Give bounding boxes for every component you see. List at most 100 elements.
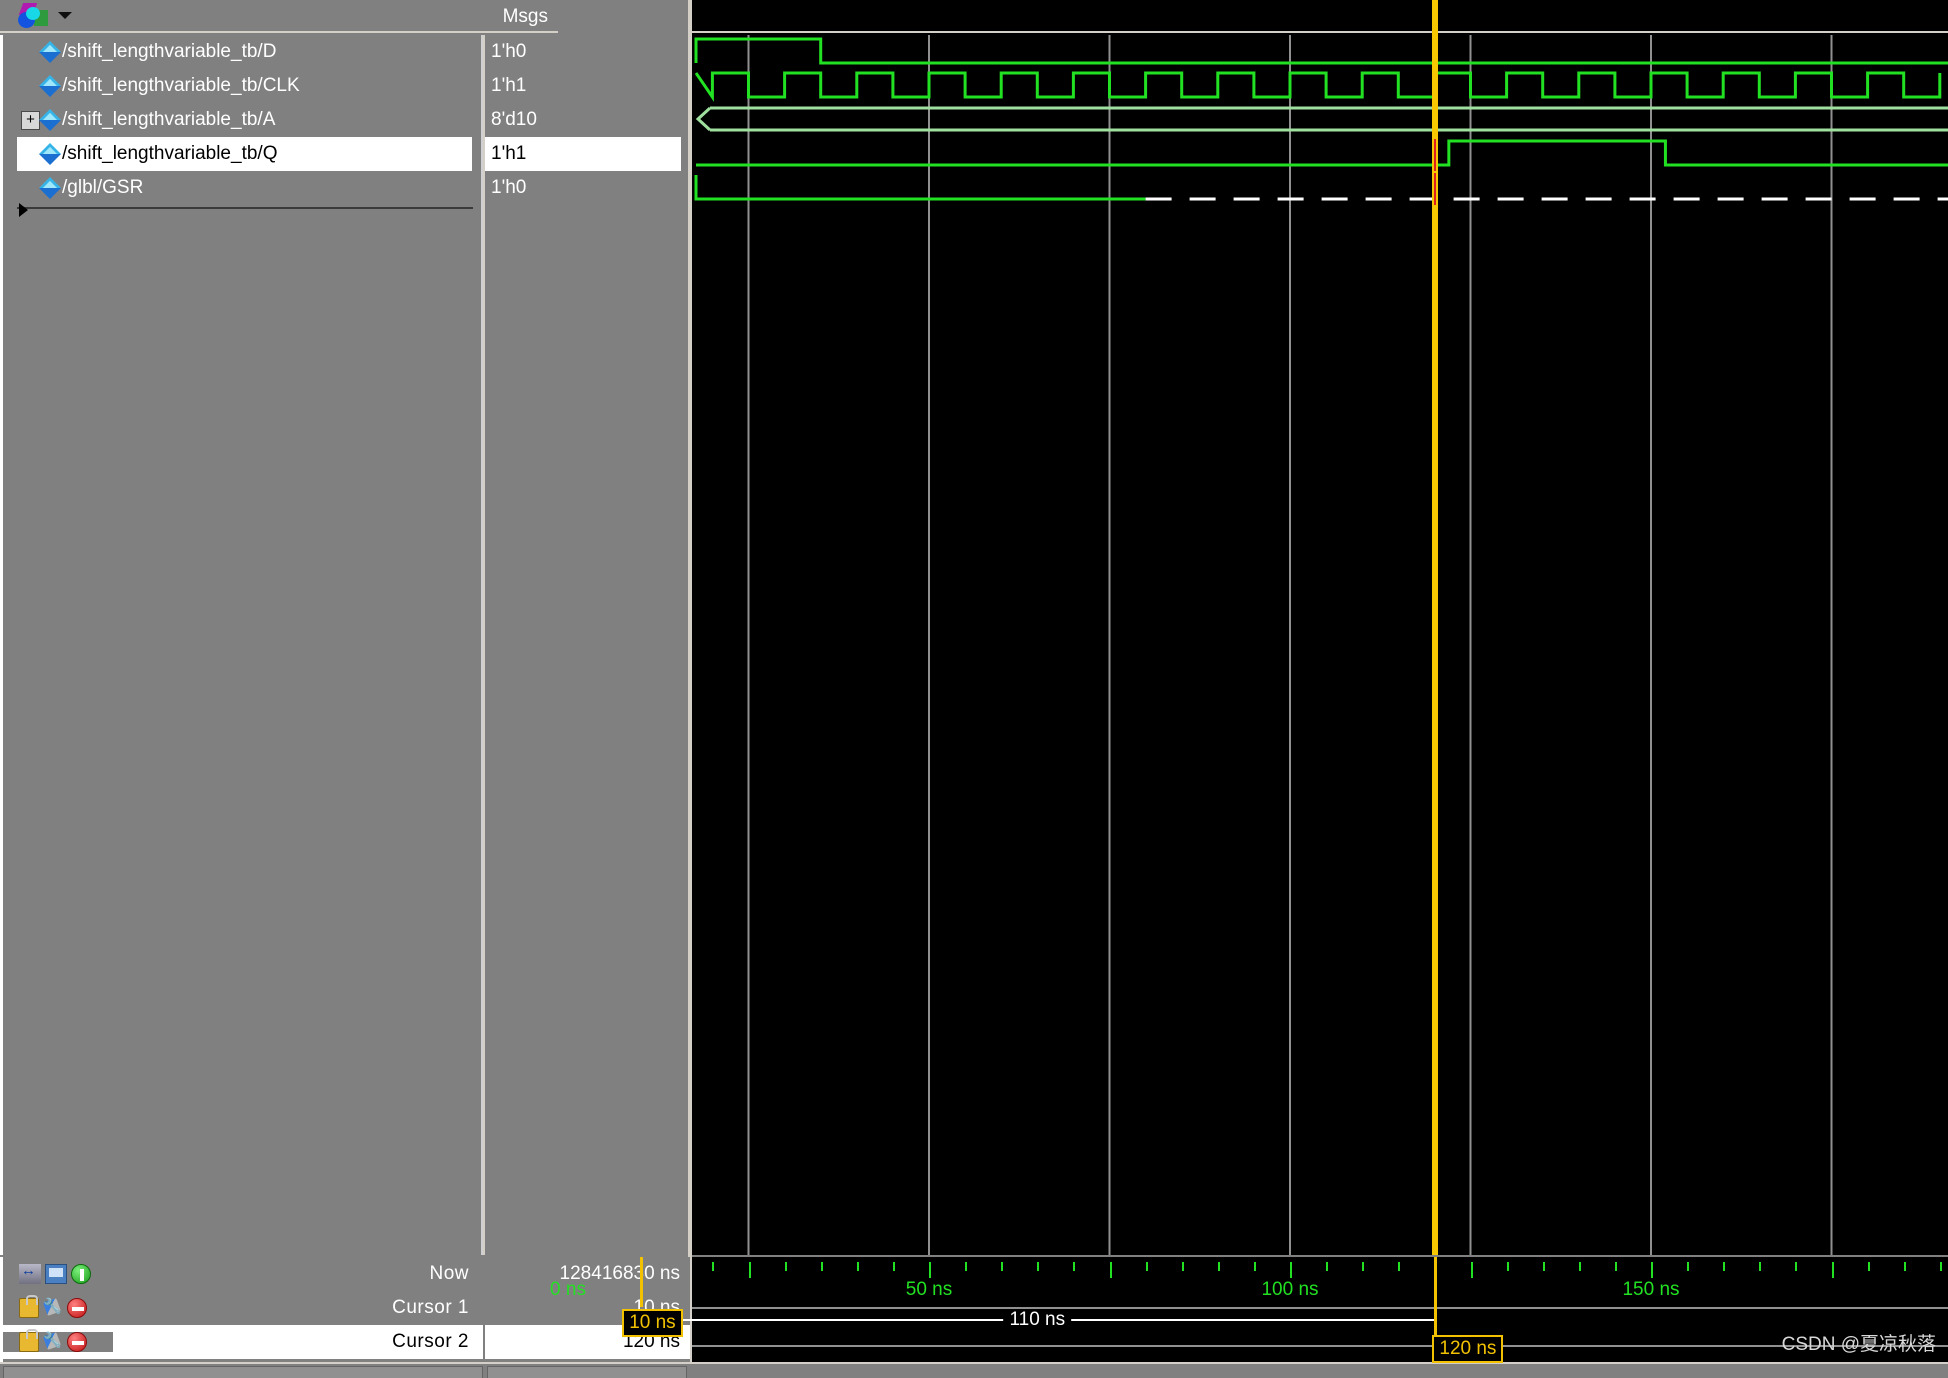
ruler-separator: [692, 1345, 1948, 1347]
cursor-control-row[interactable]: Cursor 2: [3, 1325, 483, 1359]
horizontal-scrollbar-values[interactable]: [487, 1366, 687, 1378]
signal-name-label: /shift_lengthvariable_tb/D: [62, 41, 276, 63]
add-cursor-icon[interactable]: [71, 1264, 91, 1284]
signal-name-label: /glbl/GSR: [62, 177, 143, 199]
watermark-text: CSDN @夏凉秋落: [1782, 1329, 1936, 1356]
ruler-minor-tick: [857, 1262, 859, 1271]
signal-value-cell: 1'h0: [485, 171, 650, 205]
signal-name-label: /shift_lengthvariable_tb/Q: [62, 143, 277, 165]
cursor-transition-marker: [1434, 173, 1436, 205]
signal-name-list: /shift_lengthvariable_tb/D/shift_lengthv…: [17, 35, 472, 205]
ruler-minor-tick: [1254, 1262, 1256, 1271]
ruler-minor-tick: [1037, 1262, 1039, 1271]
waveform-traces: [692, 35, 1948, 1255]
cursor-control-row[interactable]: Now: [3, 1257, 483, 1291]
ruler-minor-tick: [1362, 1262, 1364, 1271]
ruler-minor-tick: [1795, 1262, 1797, 1271]
ruler-time-label: 150 ns: [1622, 1279, 1679, 1301]
ruler-major-tick: [1651, 1262, 1653, 1278]
ruler-minor-tick: [1615, 1262, 1617, 1271]
ruler-minor-tick: [1326, 1262, 1328, 1271]
signal-value-cell: 1'h0: [485, 35, 650, 69]
delete-cursor-icon[interactable]: [67, 1332, 87, 1352]
chevron-down-icon[interactable]: [58, 12, 72, 19]
cursor-row-icons: [3, 1264, 113, 1284]
signal-name-label: /shift_lengthvariable_tb/CLK: [62, 75, 300, 97]
ruler-major-tick: [1290, 1262, 1292, 1278]
cursor-row-label: Now: [113, 1263, 483, 1285]
signal-value-list: 1'h01'h18'd101'h11'h0: [485, 35, 650, 205]
ruler-major-tick: [749, 1262, 751, 1278]
ruler-minor-tick: [785, 1262, 787, 1271]
ruler-minor-tick: [1218, 1262, 1220, 1271]
signal-value-cell: 1'h1: [485, 69, 650, 103]
ruler-minor-tick: [1759, 1262, 1761, 1271]
ruler-minor-tick: [1182, 1262, 1184, 1271]
ruler-cursor-1[interactable]: [640, 1257, 643, 1307]
measure-icon[interactable]: [19, 1264, 41, 1284]
ruler-minor-tick: [1507, 1262, 1509, 1271]
cursor-row-icons: [3, 1298, 113, 1318]
cursor-row-label: Cursor 2: [113, 1331, 483, 1353]
ruler-minor-tick: [1146, 1262, 1148, 1271]
wrench-icon[interactable]: [43, 1298, 63, 1318]
cursor-1-time-box[interactable]: 10 ns: [622, 1309, 682, 1337]
ruler-minor-tick: [1940, 1262, 1942, 1271]
timeline-ruler[interactable]: CSDN @夏凉秋落 0 ns50 ns100 ns150 ns200 ns25…: [692, 1257, 1948, 1362]
wrench-icon[interactable]: [43, 1332, 63, 1352]
signal-row[interactable]: /shift_lengthvariable_tb/D: [17, 35, 472, 69]
signal-row[interactable]: /shift_lengthvariable_tb/Q: [17, 137, 472, 171]
ruler-major-tick: [929, 1262, 931, 1278]
ruler-minor-tick: [1687, 1262, 1689, 1271]
ruler-minor-tick: [965, 1262, 967, 1271]
ruler-minor-tick: [1398, 1262, 1400, 1271]
signal-row[interactable]: /glbl/GSR: [17, 171, 472, 205]
waveform-canvas[interactable]: 10: [692, 0, 1948, 1255]
cursor-time-value: 128416830 ns: [485, 1257, 690, 1291]
pane-divider-1[interactable]: [483, 35, 485, 1255]
ruler-minor-tick: [1868, 1262, 1870, 1271]
waveform-body[interactable]: 10: [692, 35, 1948, 1255]
expand-marker-icon: [19, 203, 28, 217]
ruler-minor-tick: [893, 1262, 895, 1271]
msgs-column-header: Msgs: [483, 0, 556, 33]
cursor-controls-pane: Now Cursor 1 Cursor 2: [0, 1257, 483, 1362]
horizontal-scrollbar-left[interactable]: [3, 1366, 483, 1378]
lock-icon[interactable]: [19, 1332, 39, 1352]
ruler-minor-tick: [821, 1262, 823, 1271]
ruler-time-label: 0 ns: [550, 1279, 586, 1301]
signal-value-pane: 1'h01'h18'd101'h11'h0: [485, 35, 650, 1255]
ruler-minor-tick: [1073, 1262, 1075, 1271]
window-footer: [0, 1362, 1948, 1378]
cursor-2-time-box[interactable]: 120 ns: [1432, 1335, 1503, 1363]
lock-icon[interactable]: [19, 1298, 39, 1318]
ruler-minor-tick: [1543, 1262, 1545, 1271]
ruler-major-tick: [1471, 1262, 1473, 1278]
ruler-minor-tick: [1723, 1262, 1725, 1271]
ruler-minor-tick: [1904, 1262, 1906, 1271]
ruler-time-label: 100 ns: [1261, 1279, 1318, 1301]
signal-value-cell: 1'h1: [485, 137, 681, 171]
signal-row[interactable]: /shift_lengthvariable_tb/CLK: [17, 69, 472, 103]
ruler-time-label: 50 ns: [906, 1279, 952, 1301]
signal-name-pane: /shift_lengthvariable_tb/D/shift_lengthv…: [0, 35, 483, 1255]
ruler-separator: [692, 1307, 1948, 1309]
signal-value-cell: 8'd10: [485, 103, 650, 137]
cursor-transition-marker: [1434, 139, 1436, 171]
expand-toggle-icon[interactable]: +: [21, 111, 40, 130]
color-palette-icon[interactable]: [16, 3, 50, 29]
waveform-top-strip: [692, 0, 1948, 33]
signal-row[interactable]: + /shift_lengthvariable_tb/A: [17, 103, 472, 137]
ruler-major-tick: [1110, 1262, 1112, 1278]
name-pane-divider: [17, 207, 473, 209]
ruler-minor-tick: [1001, 1262, 1003, 1271]
cursor-delta-label: 110 ns: [1003, 1309, 1071, 1331]
cursor-row-icons: [3, 1332, 113, 1352]
cursor-control-row[interactable]: Cursor 1: [3, 1291, 483, 1325]
ruler-minor-tick: [712, 1262, 714, 1271]
delete-cursor-icon[interactable]: [67, 1298, 87, 1318]
ruler-minor-tick: [1579, 1262, 1581, 1271]
window-icon[interactable]: [45, 1264, 67, 1284]
signal-name-label: /shift_lengthvariable_tb/A: [62, 109, 275, 131]
ruler-major-tick: [1832, 1262, 1834, 1278]
